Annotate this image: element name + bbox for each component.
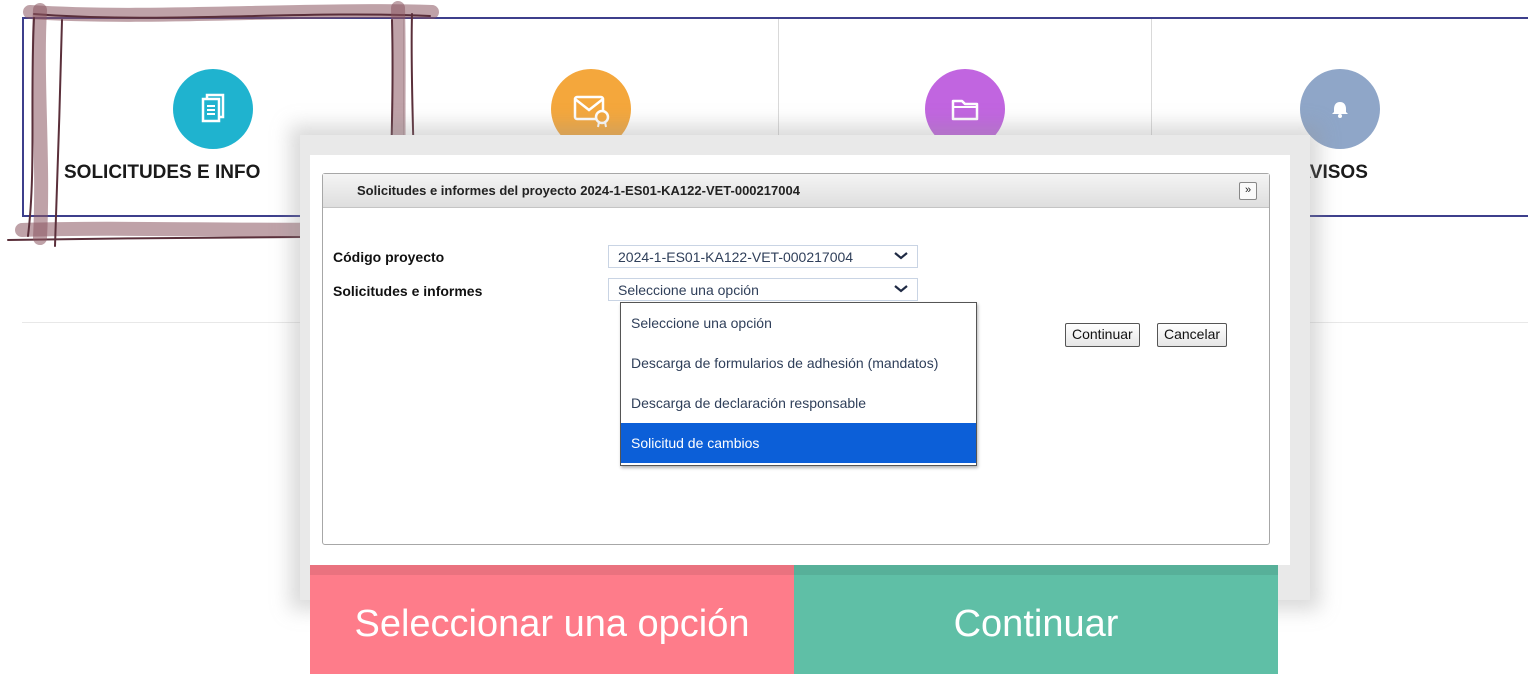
project-code-value: 2024-1-ES01-KA122-VET-000217004: [618, 249, 853, 265]
continue-button[interactable]: Continuar: [1065, 323, 1140, 347]
modal-dialog: Solicitudes e informes del proyecto 2024…: [310, 155, 1290, 565]
chevron-down-icon: [893, 279, 909, 302]
modal-header: Solicitudes e informes del proyecto 2024…: [323, 174, 1269, 208]
dropdown-option[interactable]: Descarga de formularios de adhesión (man…: [621, 343, 976, 383]
cancel-button[interactable]: Cancelar: [1157, 323, 1227, 347]
project-code-select[interactable]: 2024-1-ES01-KA122-VET-000217004: [608, 245, 918, 268]
project-code-label: Código proyecto: [333, 249, 444, 265]
chevron-down-icon: [893, 246, 909, 269]
documents-icon: [173, 69, 253, 149]
bell-icon: [1300, 69, 1380, 149]
modal-panel: Solicitudes e informes del proyecto 2024…: [322, 173, 1270, 545]
dropdown-option-selected[interactable]: Solicitud de cambios: [621, 423, 976, 463]
select-option-banner: Seleccionar una opción: [310, 565, 794, 674]
dropdown-option[interactable]: Descarga de declaración responsable: [621, 383, 976, 423]
modal-title: Solicitudes e informes del proyecto 2024…: [357, 183, 800, 198]
continue-banner: Continuar: [794, 565, 1278, 674]
requests-label: Solicitudes e informes: [333, 283, 482, 299]
tile-label: SOLICITUDES E INFO: [64, 162, 260, 184]
requests-value: Seleccione una opción: [618, 282, 759, 298]
close-button[interactable]: »: [1239, 182, 1257, 200]
requests-dropdown-list[interactable]: Seleccione una opción Descarga de formul…: [620, 302, 977, 466]
divider: [22, 322, 322, 323]
requests-select[interactable]: Seleccione una opción: [608, 278, 918, 301]
dropdown-option[interactable]: Seleccione una opción: [621, 303, 976, 343]
